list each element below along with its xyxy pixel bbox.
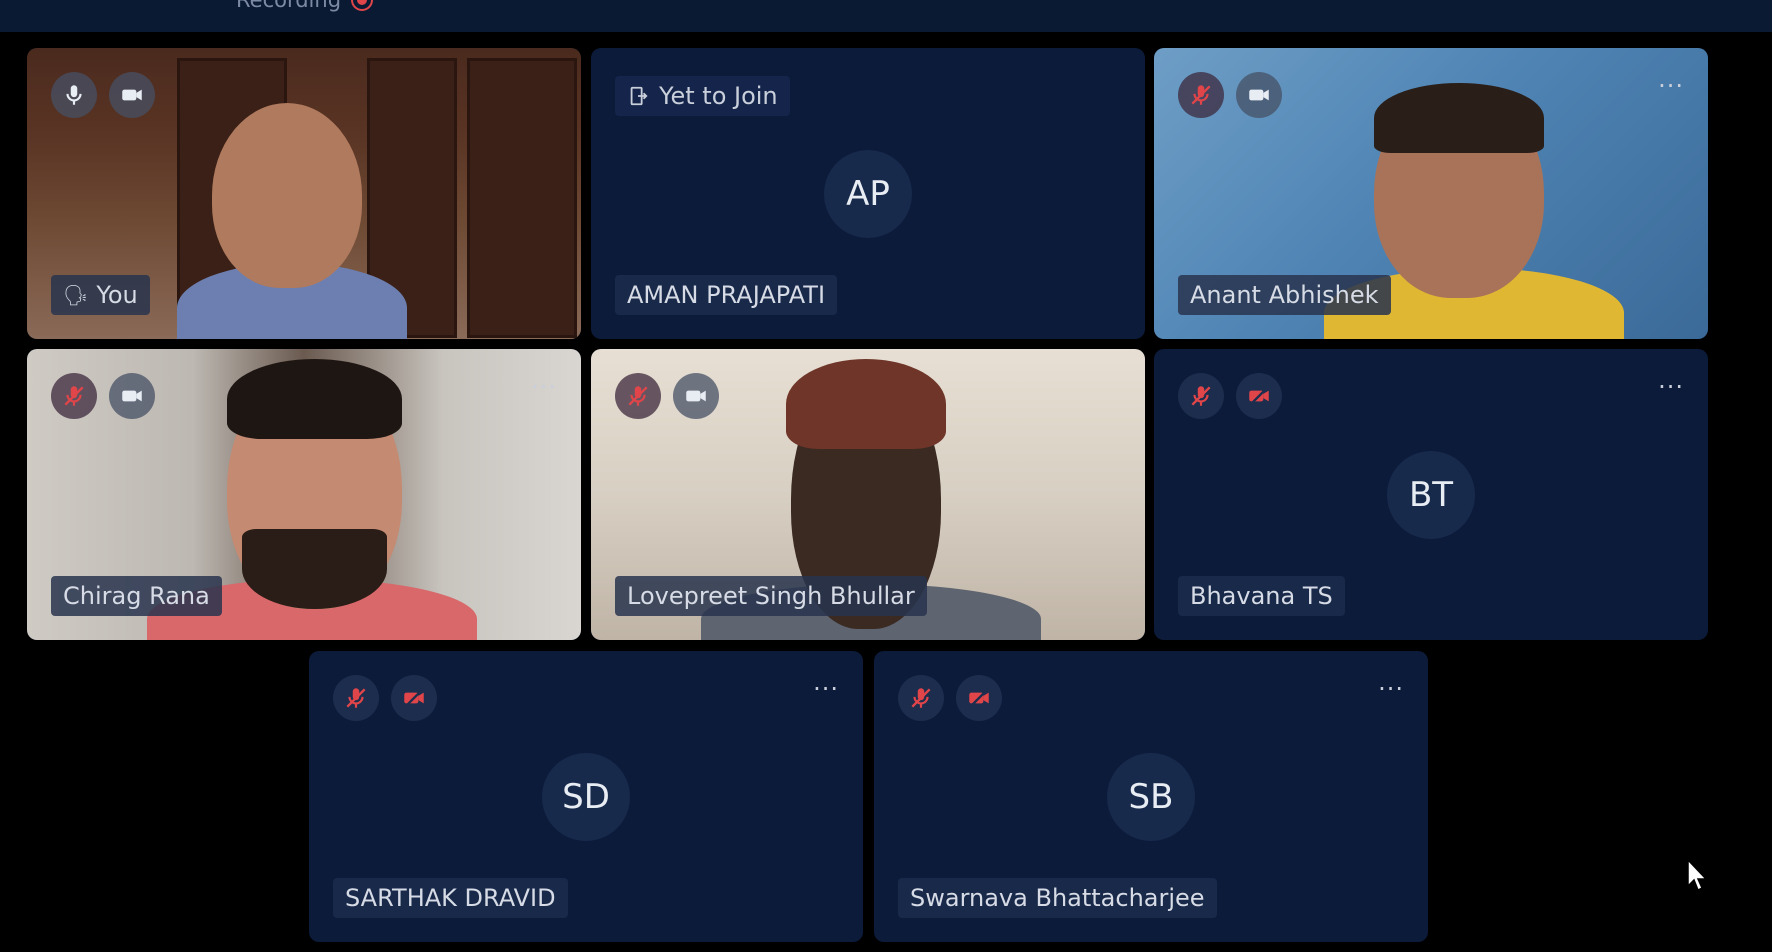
participant-name-label: 🗣 You [51, 275, 150, 315]
avatar: BT [1387, 450, 1475, 539]
more-options-icon[interactable]: ··· [1658, 74, 1684, 98]
speaking-icon: 🗣 [63, 283, 89, 307]
participant-name: Bhavana TS [1178, 576, 1345, 616]
participant-tile-you[interactable]: 🗣 You [27, 48, 581, 339]
avatar: AP [824, 149, 912, 238]
mic-off-icon[interactable] [1178, 373, 1224, 419]
camera-icon[interactable] [109, 373, 155, 419]
participant-tile-anant[interactable]: ··· Anant Abhishek [1154, 48, 1708, 339]
participant-tile-chirag[interactable]: ··· Chirag Rana [27, 349, 581, 640]
camera-off-icon[interactable] [391, 675, 437, 721]
mouse-cursor-icon [1687, 858, 1708, 892]
participant-name: You [96, 281, 138, 309]
more-options-icon[interactable]: ··· [531, 375, 557, 399]
status-text: Yet to Join [659, 82, 778, 110]
participant-name: Anant Abhishek [1178, 275, 1391, 315]
leave-door-icon [630, 86, 648, 106]
mic-off-icon[interactable] [898, 675, 944, 721]
participant-name: SARTHAK DRAVID [333, 878, 568, 918]
more-options-icon[interactable]: ··· [1658, 375, 1684, 399]
recording-label: Recording [236, 0, 342, 12]
mic-icon[interactable] [51, 72, 97, 118]
participant-name: AMAN PRAJAPATI [615, 275, 838, 315]
recording-icon [351, 0, 374, 11]
camera-icon[interactable] [673, 373, 719, 419]
mic-off-icon[interactable] [1178, 72, 1224, 118]
mic-off-icon[interactable] [333, 675, 379, 721]
camera-icon[interactable] [1236, 72, 1282, 118]
yet-to-join-badge: Yet to Join [615, 76, 790, 116]
mic-off-icon[interactable] [51, 373, 97, 419]
participant-tile-aman[interactable]: Yet to Join AP AMAN PRAJAPATI [591, 48, 1145, 339]
more-options-icon[interactable]: ··· [1378, 677, 1404, 701]
participant-name: Chirag Rana [51, 576, 222, 616]
participant-name: Lovepreet Singh Bhullar [615, 576, 927, 616]
participant-tile-bhavana[interactable]: ··· BT Bhavana TS [1154, 349, 1708, 640]
recording-indicator: Recording [236, 0, 374, 12]
camera-off-icon[interactable] [1236, 373, 1282, 419]
more-options-icon[interactable]: ··· [813, 677, 839, 701]
participant-tile-swarnava[interactable]: ··· SB Swarnava Bhattacharjee [874, 651, 1428, 942]
mic-off-icon[interactable] [615, 373, 661, 419]
participant-tile-sarthak[interactable]: ··· SD SARTHAK DRAVID [309, 651, 863, 942]
camera-icon[interactable] [109, 72, 155, 118]
avatar: SB [1107, 752, 1195, 841]
participant-tile-lovepreet[interactable]: Lovepreet Singh Bhullar [591, 349, 1145, 640]
meeting-header: Recording [0, 0, 1772, 32]
camera-off-icon[interactable] [956, 675, 1002, 721]
avatar: SD [542, 752, 630, 841]
participant-name: Swarnava Bhattacharjee [898, 878, 1217, 918]
